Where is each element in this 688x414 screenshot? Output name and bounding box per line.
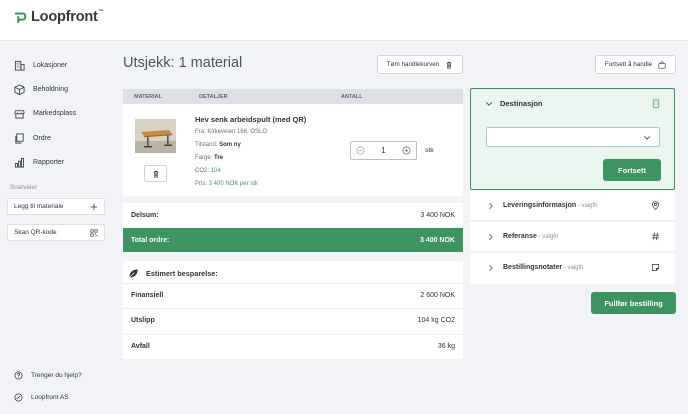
product-location: Fra: Kirkeveien 166, OSLO [195,129,268,135]
cart-item-row: Hev senk arbeidspult (med QR) Fra: Kirke… [123,104,463,196]
destination-panel: Destinasjon Fortsett [470,88,675,190]
top-bar: Loopfront™ [0,0,688,41]
hash-icon [651,232,660,241]
bar-chart-icon [14,157,24,168]
accordion-label: Leveringsinformasjon - valgfri [503,202,598,209]
building-icon [14,60,25,71]
total-row: Total ordre: 3 400 NOK [123,228,463,252]
loopfront-logo-icon [14,12,27,24]
shortcut-label: Skan QR-kode [14,229,57,236]
subtotal-row: Delsum: 3 400 NOK [123,203,463,227]
location-pin-icon [651,201,660,210]
savings-value: 104 kg CO2 [417,317,455,324]
product-price: Pris: 3 400 NOK per stk [195,181,259,187]
note-icon [651,263,660,272]
sidebar-item-label: Beholdning [33,86,69,93]
shortcuts-heading: Snarveier [10,184,37,191]
savings-value: 36 kg [437,343,455,350]
building-icon [652,99,660,108]
continue-button[interactable]: Fortsett [603,159,661,181]
clear-cart-label: Tøm handlekurven [386,61,440,68]
orders-icon [15,133,24,144]
page-title: Utsjekk: 1 material [123,55,243,71]
sidebar-item-label: Ordre [33,135,51,142]
sidebar-item-label: Markedsplass [33,110,77,117]
quantity-stepper[interactable]: 1 [350,141,417,160]
plus-icon [90,203,98,210]
minus-circle-icon[interactable] [356,146,365,155]
trash-icon [153,170,158,178]
product-image[interactable] [135,119,176,153]
chevron-right-icon [489,233,493,241]
total-label: Total ordre: [131,236,170,244]
shortcut-label: Legg til materiale [14,203,64,210]
scan-qr-button[interactable]: Skan QR-kode [7,224,105,241]
help-link[interactable]: Trenger du hjelp? [14,371,82,380]
savings-label: Finansiell [131,292,164,299]
leaf-icon [129,269,138,278]
shopping-bag-icon [658,60,666,69]
savings-row-waste: Avfall 36 kg [123,334,463,358]
sidebar-item-label: Lokasjoner [33,62,68,69]
estimated-savings-card: Estimert besparelse: Finansiell 2 600 NO… [123,261,463,359]
chevron-down-icon [485,101,493,106]
trash-icon [446,61,452,69]
clear-cart-button[interactable]: Tøm handlekurven [377,55,463,74]
box-icon [14,84,25,95]
savings-value: 2 600 NOK [420,292,455,299]
product-color: Farge: Tre [195,155,224,161]
accordion-reference[interactable]: Referanse - valgfri [470,222,675,252]
product-condition: Tilstand: Som ny [195,142,241,148]
column-header-details: DETALJER [199,94,228,100]
savings-label: Utslipp [131,317,155,324]
savings-row-emissions: Utslipp 104 kg CO2 [123,308,463,332]
subtotal-value: 3 400 NOK [420,211,455,219]
quantity-value[interactable]: 1 [381,146,385,155]
accordion-delivery-info[interactable]: Leveringsinformasjon - valgfri [470,191,675,221]
help-label: Trenger du hjelp? [31,372,82,379]
help-circle-icon [14,371,23,380]
column-header-quantity: ANTALL [341,94,363,100]
accordion-order-notes[interactable]: Bestillingsnotater - valgfri [470,253,675,284]
product-co2: CO2: 104 [195,168,221,174]
total-value: 3 400 NOK [419,236,455,244]
complete-order-button[interactable]: Fullfør bestilling [591,292,676,314]
chevron-down-icon [643,136,651,140]
plus-circle-icon[interactable] [402,146,411,155]
continue-shopping-button[interactable]: Fortsett å handle [595,55,676,74]
destination-title: Destinasjon [500,99,543,108]
savings-row-financial: Finansiell 2 600 NOK [123,283,463,307]
add-material-button[interactable]: Legg til materiale [7,198,105,215]
chevron-right-icon [489,202,493,210]
destination-select[interactable] [486,127,660,147]
logo-text: Loopfront™ [31,9,104,25]
sidebar-item-ordre[interactable]: Ordre [14,133,51,144]
accordion-label: Bestillingsnotater - valgfri [503,264,584,271]
sidebar: Lokasjoner Beholdning Markedsplass Ordre… [0,41,113,414]
savings-title: Estimert besparelse: [128,268,218,279]
product-name[interactable]: Hev senk arbeidspult (med QR) [195,115,306,124]
savings-label: Avfall [131,343,150,350]
qr-icon [90,228,98,237]
sidebar-item-beholdning[interactable]: Beholdning [14,84,68,95]
destination-header[interactable]: Destinasjon [485,99,543,108]
logo[interactable]: Loopfront™ [13,9,104,25]
sidebar-item-lokasjoner[interactable]: Lokasjoner [14,60,67,71]
store-icon [14,110,25,119]
quantity-unit: stk [425,147,434,154]
company-label: Loopfront AS [31,394,69,401]
sidebar-item-label: Rapporter [33,159,65,166]
company-icon [14,393,23,402]
cart-table-header: MATERIAL DETALJER ANTALL [123,89,463,104]
chevron-right-icon [489,264,493,272]
sidebar-item-rapporter[interactable]: Rapporter [14,157,64,168]
remove-item-button[interactable] [144,165,167,182]
accordion-label: Referanse - valgfri [503,233,559,240]
subtotal-label: Delsum: [131,211,159,219]
column-header-material: MATERIAL [134,94,163,100]
sidebar-item-markedsplass[interactable]: Markedsplass [14,108,76,119]
desk-illustration [135,119,176,153]
continue-shopping-label: Fortsett å handle [604,61,653,68]
company-link[interactable]: Loopfront AS [14,393,69,402]
